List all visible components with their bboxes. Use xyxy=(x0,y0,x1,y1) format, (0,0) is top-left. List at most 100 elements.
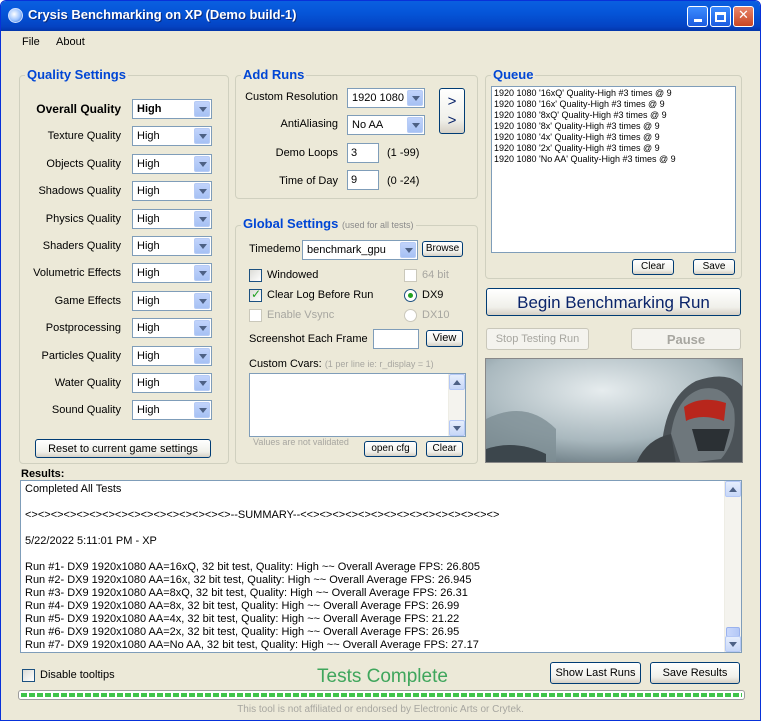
screenshot-input[interactable] xyxy=(373,329,419,349)
quality-select[interactable]: High xyxy=(132,263,212,283)
vsync-checkbox[interactable] xyxy=(249,309,262,322)
quality-label: Objects Quality xyxy=(46,158,121,170)
scroll-up-icon[interactable] xyxy=(725,481,741,497)
quality-select-value: High xyxy=(137,322,160,334)
save-results-button[interactable]: Save Results xyxy=(650,662,740,684)
reset-settings-button[interactable]: Reset to current game settings xyxy=(35,439,211,458)
menu-file[interactable]: File xyxy=(22,36,40,48)
antialiasing-value: No AA xyxy=(352,119,384,131)
queue-item[interactable]: 1920 1080 '4x' Quality-High #3 times @ 9 xyxy=(492,132,735,143)
quality-select[interactable]: High xyxy=(132,126,212,146)
quality-select-value: High xyxy=(137,404,160,416)
time-of-day-input[interactable]: 9 xyxy=(347,170,379,190)
minimize-icon xyxy=(693,19,702,22)
global-settings-subtitle: (used for all tests) xyxy=(341,220,414,230)
chevron-down-icon xyxy=(194,238,210,254)
chevron-down-icon xyxy=(194,156,210,172)
timedemo-select[interactable]: benchmark_gpu xyxy=(302,240,418,260)
queue-item[interactable]: 1920 1080 '8x' Quality-High #3 times @ 9 xyxy=(492,121,735,132)
queue-item[interactable]: 1920 1080 '16xQ' Quality-High #3 times @… xyxy=(492,88,735,99)
queue-item[interactable]: 1920 1080 '8xQ' Quality-High #3 times @ … xyxy=(492,110,735,121)
quality-label: Postprocessing xyxy=(45,322,121,334)
resolution-value: 1920 1080 xyxy=(352,92,404,104)
quality-label: Particles Quality xyxy=(41,350,121,362)
add-runs-title: Add Runs xyxy=(241,67,307,82)
quality-select-value: High xyxy=(137,350,160,362)
queue-clear-button[interactable]: Clear xyxy=(632,259,674,275)
quality-select[interactable]: High xyxy=(132,99,212,119)
windowed-checkbox[interactable] xyxy=(249,269,262,282)
results-scrollbar[interactable] xyxy=(724,481,741,652)
queue-item[interactable]: 1920 1080 'No AA' Quality-High #3 times … xyxy=(492,154,735,165)
demo-loops-input[interactable]: 3 xyxy=(347,143,379,163)
quality-select[interactable]: High xyxy=(132,400,212,420)
dx10-radio[interactable] xyxy=(404,309,417,322)
quality-select-value: High xyxy=(137,240,160,252)
queue-item[interactable]: 1920 1080 '2x' Quality-High #3 times @ 9 xyxy=(492,143,735,154)
quality-settings-title: Quality Settings xyxy=(25,67,128,82)
chevron-down-icon xyxy=(194,293,210,309)
resolution-select[interactable]: 1920 1080 xyxy=(347,88,425,108)
close-icon: ✕ xyxy=(738,8,749,23)
status-text: Tests Complete xyxy=(317,666,448,687)
pause-button[interactable]: Pause xyxy=(631,328,741,350)
chevron-down-icon xyxy=(194,101,210,117)
queue-list[interactable]: 1920 1080 '16xQ' Quality-High #3 times @… xyxy=(491,86,736,253)
maximize-icon xyxy=(715,12,726,22)
queue-save-button[interactable]: Save xyxy=(693,259,735,275)
quality-label: Water Quality xyxy=(54,377,121,389)
quality-select-value: High xyxy=(137,267,160,279)
quality-select[interactable]: High xyxy=(132,291,212,311)
global-settings-heading: Global Settings xyxy=(243,216,339,231)
stop-run-button[interactable]: Stop Testing Run xyxy=(486,328,589,350)
add-run-button[interactable]: > > xyxy=(439,88,465,134)
begin-benchmark-button[interactable]: Begin Benchmarking Run xyxy=(486,288,741,316)
chevron-down-icon xyxy=(194,128,210,144)
browse-button[interactable]: Browse xyxy=(422,241,463,257)
64bit-checkbox[interactable] xyxy=(404,269,417,282)
quality-select[interactable]: High xyxy=(132,209,212,229)
menu-bar: File About xyxy=(1,31,760,53)
chevron-down-icon xyxy=(407,117,423,133)
result-line: Run #2- DX9 1920x1080 AA=16x, 32 bit tes… xyxy=(25,574,472,586)
quality-select[interactable]: High xyxy=(132,181,212,201)
close-button[interactable]: ✕ xyxy=(733,6,754,27)
quality-select-value: High xyxy=(137,213,160,225)
menu-about[interactable]: About xyxy=(56,36,85,48)
result-line: Run #1- DX9 1920x1080 AA=16xQ, 32 bit te… xyxy=(25,561,481,573)
antialiasing-select[interactable]: No AA xyxy=(347,115,425,135)
quality-select[interactable]: High xyxy=(132,318,212,338)
cvars-clear-button[interactable]: Clear xyxy=(426,441,463,457)
resolution-label: Custom Resolution xyxy=(245,91,338,103)
dx9-radio[interactable] xyxy=(404,289,417,302)
queue-item[interactable]: 1920 1080 '16x' Quality-High #3 times @ … xyxy=(492,99,735,110)
title-bar[interactable]: Crysis Benchmarking on XP (Demo build-1)… xyxy=(1,1,760,31)
results-textbox[interactable]: Completed All Tests <><><><><><><><><><><… xyxy=(20,480,742,653)
quality-select[interactable]: High xyxy=(132,154,212,174)
chevron-down-icon xyxy=(194,375,210,391)
view-button[interactable]: View xyxy=(426,330,463,347)
cvars-textarea[interactable] xyxy=(249,373,466,437)
disable-tooltips-checkbox[interactable] xyxy=(22,669,35,682)
scroll-up-icon[interactable] xyxy=(449,374,465,390)
maximize-button[interactable] xyxy=(710,6,731,27)
quality-label: Texture Quality xyxy=(47,130,121,142)
cvars-scrollbar[interactable] xyxy=(448,374,465,436)
chevron-down-icon xyxy=(194,183,210,199)
antialiasing-label: AntiAliasing xyxy=(280,118,338,130)
quality-select[interactable]: High xyxy=(132,236,212,256)
scroll-down-icon[interactable] xyxy=(725,636,741,652)
show-last-runs-button[interactable]: Show Last Runs xyxy=(550,662,641,684)
chevron-down-icon xyxy=(194,265,210,281)
result-line xyxy=(25,496,741,509)
quality-label: Game Effects xyxy=(54,295,121,307)
scroll-down-icon[interactable] xyxy=(449,420,465,436)
app-icon xyxy=(8,8,23,23)
minimize-button[interactable] xyxy=(687,6,708,27)
timedemo-value: benchmark_gpu xyxy=(307,244,386,256)
open-cfg-button[interactable]: open cfg xyxy=(364,441,417,457)
quality-select[interactable]: High xyxy=(132,346,212,366)
quality-select[interactable]: High xyxy=(132,373,212,393)
clear-log-checkbox[interactable]: ✓ xyxy=(249,287,262,302)
result-line xyxy=(25,548,741,561)
